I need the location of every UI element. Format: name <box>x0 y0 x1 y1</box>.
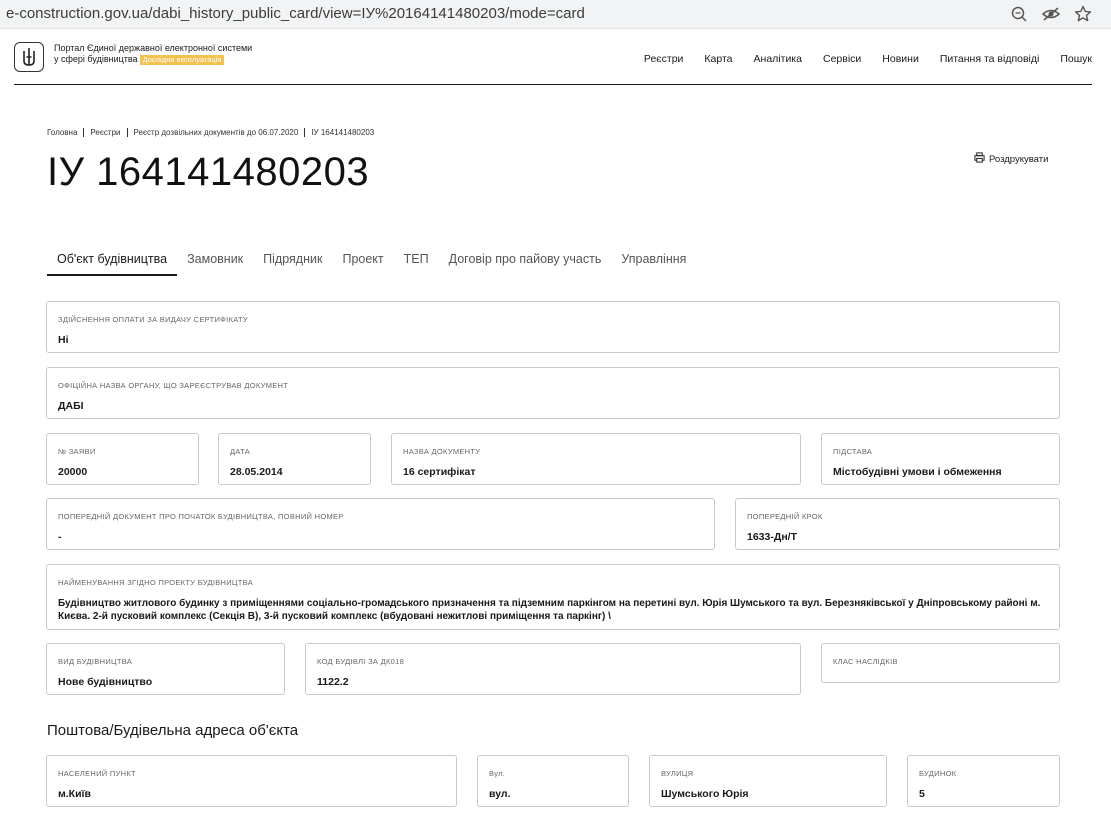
field-label: Дата <box>230 447 251 456</box>
breadcrumb-permit-registry[interactable]: Реєстр дозвільних документів до 06.07.20… <box>134 128 299 137</box>
field-value: м.Київ <box>58 788 91 800</box>
field-date: Дата 28.05.2014 <box>218 433 371 485</box>
field-value: Нове будівництво <box>58 676 153 688</box>
field-value: 1122.2 <box>317 676 349 688</box>
tab-construction-object[interactable]: Об'єкт будівництва <box>47 250 178 276</box>
field-authority: Офіційна назва органу, що зареєстрував д… <box>46 367 1060 419</box>
nav-news[interactable]: Новини <box>882 53 919 65</box>
tab-customer[interactable]: Замовник <box>177 250 253 274</box>
field-label: Попередній крок <box>747 512 823 521</box>
field-value: Шумського Юрія <box>661 788 749 800</box>
field-settlement: Населений пункт м.Київ <box>46 755 457 807</box>
tab-tep[interactable]: ТЕП <box>394 250 439 274</box>
nav-services[interactable]: Сервіси <box>823 53 861 65</box>
star-icon[interactable] <box>1073 4 1093 24</box>
field-consequence-class: Клас наслідків <box>821 643 1060 683</box>
field-label: Назва документу <box>403 447 481 456</box>
field-label: Клас наслідків <box>833 657 898 666</box>
breadcrumb-registries[interactable]: Реєстри <box>90 128 120 137</box>
site-header: Портал Єдиної державної електронної сист… <box>14 38 1092 85</box>
field-construction-type: Вид будівництва Нове будівництво <box>46 643 285 695</box>
field-label: Вид будівництва <box>58 657 133 666</box>
field-value: Будівництво житлового будинку з приміщен… <box>58 598 1041 622</box>
breadcrumb-separator <box>126 128 128 137</box>
url-text[interactable]: e-construction.gov.ua/dabi_history_publi… <box>6 5 585 22</box>
field-label: № заяви <box>58 447 96 456</box>
field-value: - <box>58 531 62 543</box>
field-label: Код будівлі за ДК018 <box>317 657 405 666</box>
printer-icon <box>974 152 985 166</box>
field-value: вул. <box>489 788 511 800</box>
nav-faq[interactable]: Питання та відповіді <box>940 53 1040 65</box>
ukraine-trident-logo[interactable] <box>14 42 44 72</box>
field-application-number: № заяви 20000 <box>46 433 199 485</box>
field-label: Будинок <box>919 769 957 778</box>
browser-address-bar: e-construction.gov.ua/dabi_history_publi… <box>0 0 1111 29</box>
field-label: Найменування згідно проекту будівництва <box>58 578 254 587</box>
field-project-name: Найменування згідно проекту будівництва … <box>46 564 1060 630</box>
field-label: Підстава <box>833 447 873 456</box>
field-value: ДАБІ <box>58 400 84 412</box>
tab-equity-agreement[interactable]: Договір про пайову участь <box>439 250 612 274</box>
field-building-code: Код будівлі за ДК018 1122.2 <box>305 643 801 695</box>
field-label: Вулиця <box>661 769 694 778</box>
field-label: Населений пункт <box>58 769 136 778</box>
field-value: 20000 <box>58 466 88 478</box>
field-value: 1633-Дн/Т <box>747 531 798 543</box>
breadcrumb: Головна Реєстри Реєстр дозвільних докуме… <box>47 128 374 137</box>
field-value: Ні <box>58 334 69 346</box>
field-basis: Підстава Містобудівні умови і обмеження <box>821 433 1060 485</box>
field-value: 28.05.2014 <box>230 466 283 478</box>
field-value: Містобудівні умови і обмеження <box>833 466 1002 478</box>
breadcrumb-separator <box>304 128 306 137</box>
tab-contractor[interactable]: Підрядник <box>253 250 332 274</box>
tab-bar: Об'єкт будівництва Замовник Підрядник Пр… <box>47 250 696 276</box>
field-label: Попередній документ про початок будівниц… <box>58 512 344 521</box>
field-payment: Здійснення оплати за видачу сертифікату … <box>46 301 1060 353</box>
field-value: 16 сертифікат <box>403 466 476 478</box>
field-label: Офіційна назва органу, що зареєстрував д… <box>58 381 289 390</box>
print-button[interactable]: Роздрукувати <box>974 152 1048 166</box>
field-street-type: Вул. вул. <box>477 755 629 807</box>
nav-analytics[interactable]: Аналітика <box>754 53 802 65</box>
zoom-icon[interactable] <box>1009 4 1029 24</box>
breadcrumb-home[interactable]: Головна <box>47 128 77 137</box>
field-building-number: Будинок 5 <box>907 755 1060 807</box>
field-previous-step: Попередній крок 1633-Дн/Т <box>735 498 1060 550</box>
tab-project[interactable]: Проект <box>332 250 393 274</box>
nav-search[interactable]: Пошук <box>1060 53 1092 65</box>
page-title: ІУ 164141480203 <box>47 150 370 194</box>
breadcrumb-separator <box>83 128 85 137</box>
field-document-name: Назва документу 16 сертифікат <box>391 433 801 485</box>
tab-management[interactable]: Управління <box>611 250 696 274</box>
field-street: Вулиця Шумського Юрія <box>649 755 887 807</box>
print-label: Роздрукувати <box>989 153 1049 165</box>
nav-registries[interactable]: Реєстри <box>644 53 684 65</box>
breadcrumb-current: ІУ 164141480203 <box>311 128 375 137</box>
field-value: 5 <box>919 788 925 800</box>
main-nav: Реєстри Карта Аналітика Сервіси Новини П… <box>623 53 1092 65</box>
field-label: Вул. <box>489 769 506 778</box>
portal-title[interactable]: Портал Єдиної державної електронної сист… <box>54 43 254 65</box>
field-label: Здійснення оплати за видачу сертифікату <box>58 315 248 324</box>
field-previous-document: Попередній документ про початок будівниц… <box>46 498 715 550</box>
eye-off-icon[interactable] <box>1041 4 1061 24</box>
nav-map[interactable]: Карта <box>704 53 732 65</box>
beta-badge: Дослідна експлуатація <box>139 55 225 65</box>
address-section-title: Поштова/Будівельна адреса об'єкта <box>47 722 299 739</box>
